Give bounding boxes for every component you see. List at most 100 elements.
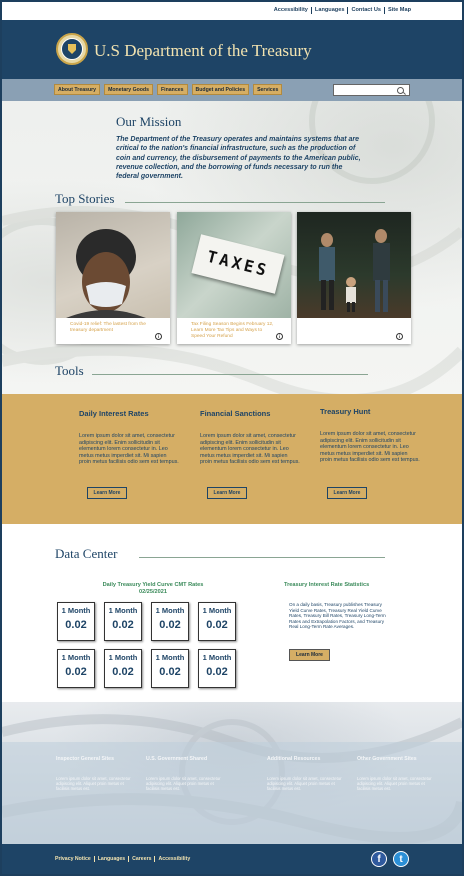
nav-monetary-goods[interactable]: Monetary Goods xyxy=(104,84,153,95)
tool-text: Lorem ipsum dolor sit amet, consectetur … xyxy=(320,431,420,463)
page: Accessibility Languages Contact Us Site … xyxy=(2,2,462,874)
util-link-accessibility[interactable]: Accessibility xyxy=(271,7,312,14)
story-image-taxes[interactable]: TAXES xyxy=(177,212,291,318)
top-stories-divider xyxy=(125,202,385,203)
story-caption-text[interactable]: Tax Filing Season Begins February 12, Le… xyxy=(191,322,273,339)
rate-card[interactable]: 1 Month 0.02 xyxy=(198,649,236,688)
bottom-link-careers[interactable]: Careers xyxy=(129,856,156,862)
tool-card-treasury-hunt: Treasury Hunt Lorem ipsum dolor sit amet… xyxy=(320,407,420,499)
story-card[interactable]: i xyxy=(297,212,411,344)
tools-title: Tools xyxy=(55,363,84,378)
data-center-title: Data Center xyxy=(55,546,118,561)
rate-card[interactable]: 1 Month 0.02 xyxy=(198,602,236,641)
rate-card[interactable]: 1 Month 0.02 xyxy=(104,649,142,688)
story-caption-text[interactable]: Covid-19 relief: The lastest from the tr… xyxy=(70,322,146,333)
story-card[interactable]: Covid-19 relief: The lastest from the tr… xyxy=(56,212,170,344)
nav-finances[interactable]: Finances xyxy=(157,84,188,95)
story-caption[interactable]: Tax Filing Season Begins February 12, Le… xyxy=(177,318,291,344)
tool-card-financial-sanctions: Financial Sanctions Lorem ipsum dolor si… xyxy=(200,409,300,499)
bottom-link-languages[interactable]: Languages xyxy=(95,856,130,862)
footer-column-text: Lorem ipsum dolor sit amet, consectetur … xyxy=(56,776,131,792)
stats-learn-more-button[interactable]: Learn More xyxy=(289,649,330,661)
bottom-links: Privacy Notice Languages Careers Accessi… xyxy=(55,856,193,862)
tool-text: Lorem ipsum dolor sit amet, consectetur … xyxy=(200,433,300,465)
tool-text: Lorem ipsum dolor sit amet, consectetur … xyxy=(79,433,179,465)
bottom-link-privacy-notice[interactable]: Privacy Notice xyxy=(55,856,95,862)
utility-bar: Accessibility Languages Contact Us Site … xyxy=(2,2,462,20)
footer-column-title[interactable]: Other Government Sites xyxy=(357,756,437,762)
data-center-divider xyxy=(139,557,385,558)
rate-term: 1 Month xyxy=(202,653,232,662)
bottom-link-accessibility[interactable]: Accessibility xyxy=(155,856,193,862)
rate-term: 1 Month xyxy=(108,653,138,662)
rate-term: 1 Month xyxy=(108,606,138,615)
mission-title: Our Mission xyxy=(116,114,182,129)
rate-value: 0.02 xyxy=(206,619,228,631)
search-icon[interactable] xyxy=(397,87,404,94)
rate-value: 0.02 xyxy=(65,619,87,631)
rate-card[interactable]: 1 Month 0.02 xyxy=(151,602,189,641)
nav-budget-and-policies[interactable]: Budget and Policies xyxy=(191,84,250,95)
search-input[interactable] xyxy=(333,84,410,96)
tool-card-daily-interest-rates: Daily Interest Rates Lorem ipsum dolor s… xyxy=(79,409,179,499)
story-caption[interactable]: i xyxy=(297,318,411,344)
learn-more-button[interactable]: Learn More xyxy=(327,487,367,499)
info-icon[interactable]: i xyxy=(396,333,403,340)
family-walking-image xyxy=(319,229,390,312)
util-link-site-map[interactable]: Site Map xyxy=(385,7,414,14)
rate-card[interactable]: 1 Month 0.02 xyxy=(57,649,95,688)
rate-card[interactable]: 1 Month 0.02 xyxy=(104,602,142,641)
footer-column: Inspector General Sites Lorem ipsum dolo… xyxy=(56,756,136,792)
top-stories-title: Top Stories xyxy=(55,191,115,206)
yield-curve-heading: Daily Treasury Yield Curve CMT Rates 02/… xyxy=(56,582,250,596)
footer-column: Additional Resources Lorem ipsum dolor s… xyxy=(267,756,347,792)
rate-value: 0.02 xyxy=(112,619,134,631)
story-card[interactable]: TAXES Tax Filing Season Begins February … xyxy=(177,212,291,344)
rate-term: 1 Month xyxy=(61,653,91,662)
rate-value: 0.02 xyxy=(159,619,181,631)
shield-icon xyxy=(68,44,76,54)
info-icon[interactable]: i xyxy=(155,333,162,340)
footer-column-text: Lorem ipsum dolor sit amet, consectetur … xyxy=(357,776,432,792)
nav-about-treasury[interactable]: About Treasury xyxy=(54,84,101,95)
util-link-languages[interactable]: Languages xyxy=(312,7,349,14)
main-nav: About Treasury Monetary Goods Finances B… xyxy=(2,79,462,101)
tools-divider xyxy=(92,374,368,375)
rate-value: 0.02 xyxy=(112,666,134,678)
tool-title: Financial Sanctions xyxy=(200,409,271,418)
yield-curve-title: Daily Treasury Yield Curve CMT Rates xyxy=(102,582,204,588)
treasury-seal-logo[interactable] xyxy=(56,33,88,65)
nav-items: About Treasury Monetary Goods Finances B… xyxy=(54,84,283,95)
footer-column: Other Government Sites Lorem ipsum dolor… xyxy=(357,756,437,792)
footer-column-text: Lorem ipsum dolor sit amet, consectetur … xyxy=(267,776,342,792)
footer-column-title[interactable]: Additional Resources xyxy=(267,756,347,762)
rate-card[interactable]: 1 Month 0.02 xyxy=(151,649,189,688)
rate-value: 0.02 xyxy=(65,666,87,678)
interest-rate-stats-title: Treasury Interest Rate Statistics xyxy=(284,582,370,588)
seal-inner xyxy=(61,38,83,60)
interest-rate-stats-text: On a daily basis, Treasury publishes Tre… xyxy=(289,602,386,630)
tool-title: Treasury Hunt xyxy=(320,407,371,416)
rate-card[interactable]: 1 Month 0.02 xyxy=(57,602,95,641)
rate-term: 1 Month xyxy=(61,606,91,615)
twitter-icon[interactable]: t xyxy=(393,851,409,867)
footer-column: U.S. Government Shared Lorem ipsum dolor… xyxy=(146,756,226,792)
mission-text: The Department of the Treasury operates … xyxy=(116,136,361,181)
learn-more-button[interactable]: Learn More xyxy=(207,487,247,499)
site-header: U.S Department of the Treasury xyxy=(2,20,462,79)
story-image-covid[interactable] xyxy=(56,212,170,318)
site-title[interactable]: U.S Department of the Treasury xyxy=(94,41,312,61)
facebook-icon[interactable]: f xyxy=(371,851,387,867)
rate-term: 1 Month xyxy=(202,606,232,615)
rate-value: 0.02 xyxy=(206,666,228,678)
nav-services[interactable]: Services xyxy=(253,84,283,95)
footer-column-title[interactable]: Inspector General Sites xyxy=(56,756,136,762)
story-image-family[interactable] xyxy=(297,212,411,318)
learn-more-button[interactable]: Learn More xyxy=(87,487,127,499)
footer-column-title[interactable]: U.S. Government Shared xyxy=(146,756,226,762)
util-link-contact-us[interactable]: Contact Us xyxy=(348,7,385,14)
taxes-lightbox: TAXES xyxy=(191,234,285,294)
info-icon[interactable]: i xyxy=(276,333,283,340)
bottom-bar: Privacy Notice Languages Careers Accessi… xyxy=(2,844,462,874)
story-caption[interactable]: Covid-19 relief: The lastest from the tr… xyxy=(56,318,170,344)
